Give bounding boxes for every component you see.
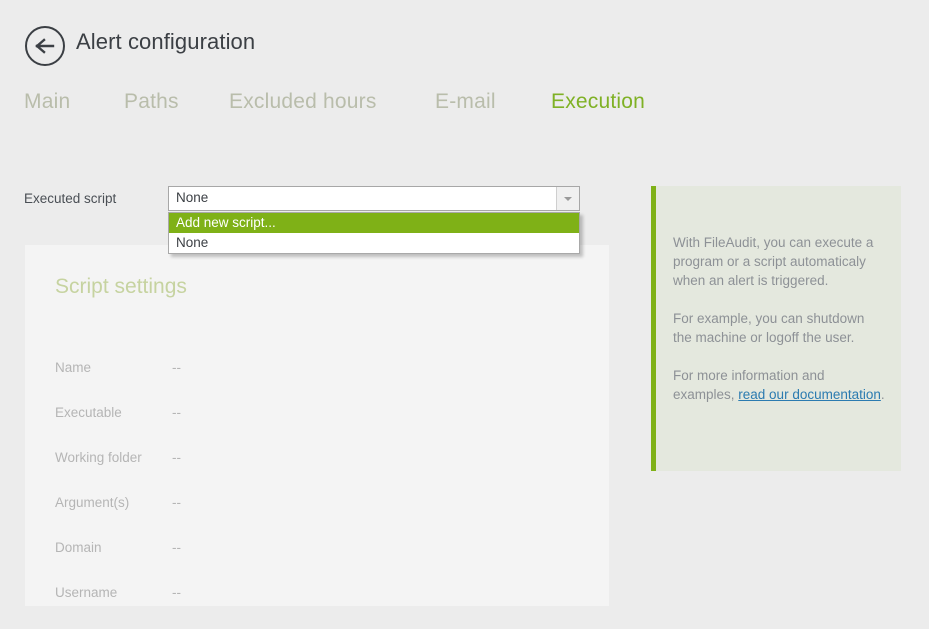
chevron-down-icon	[564, 197, 572, 201]
settings-value-working-folder: --	[172, 450, 181, 465]
back-button[interactable]	[25, 26, 65, 66]
executed-script-label: Executed script	[24, 191, 116, 206]
documentation-link[interactable]: read our documentation	[738, 387, 881, 402]
tab-paths[interactable]: Paths	[124, 90, 179, 114]
script-settings-panel: Script settings Name -- Executable -- Wo…	[25, 245, 609, 606]
settings-value-domain: --	[172, 540, 181, 555]
settings-row-executable: Executable --	[25, 405, 609, 425]
tab-email[interactable]: E-mail	[435, 90, 496, 114]
settings-value-arguments: --	[172, 495, 181, 510]
settings-value-username: --	[172, 585, 181, 600]
settings-row-arguments: Argument(s) --	[25, 495, 609, 515]
page-header: Alert configuration	[0, 0, 929, 80]
settings-label-working-folder: Working folder	[55, 450, 142, 465]
page-title: Alert configuration	[76, 29, 255, 55]
tab-main[interactable]: Main	[24, 90, 70, 114]
dropdown-option-none[interactable]: None	[169, 233, 579, 253]
executed-script-dropdown-list[interactable]: Add new script... None	[168, 212, 580, 254]
executed-script-dropdown-toggle[interactable]	[556, 187, 579, 210]
tab-execution[interactable]: Execution	[551, 90, 645, 114]
settings-row-name: Name --	[25, 360, 609, 380]
info-paragraph-3-suffix: .	[881, 387, 885, 402]
dropdown-option-add-new-script[interactable]: Add new script...	[169, 213, 579, 233]
settings-label-executable: Executable	[55, 405, 122, 420]
settings-label-arguments: Argument(s)	[55, 495, 129, 510]
settings-row-domain: Domain --	[25, 540, 609, 560]
info-paragraph-3: For more information and examples, read …	[673, 366, 885, 404]
info-panel-text: With FileAudit, you can execute a progra…	[673, 233, 885, 404]
tab-excluded-hours[interactable]: Excluded hours	[229, 90, 377, 114]
executed-script-value: None	[176, 190, 208, 205]
settings-value-executable: --	[172, 405, 181, 420]
script-settings-title: Script settings	[55, 275, 187, 299]
info-panel: With FileAudit, you can execute a progra…	[651, 186, 901, 471]
settings-value-name: --	[172, 360, 181, 375]
info-paragraph-1: With FileAudit, you can execute a progra…	[673, 233, 885, 290]
settings-label-domain: Domain	[55, 540, 102, 555]
executed-script-combobox[interactable]: None	[168, 186, 580, 211]
tab-bar: Main Paths Excluded hours E-mail Executi…	[0, 90, 929, 130]
info-paragraph-2: For example, you can shutdown the machin…	[673, 309, 885, 347]
settings-row-username: Username --	[25, 585, 609, 605]
settings-label-name: Name	[55, 360, 91, 375]
settings-row-working-folder: Working folder --	[25, 450, 609, 470]
settings-label-username: Username	[55, 585, 117, 600]
